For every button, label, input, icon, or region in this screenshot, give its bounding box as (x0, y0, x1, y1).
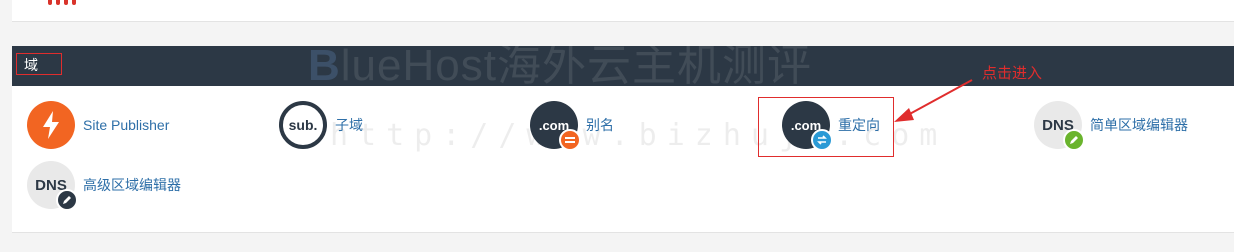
pencil-badge-icon (1063, 129, 1085, 151)
watermark-logo: BlueHost海外云主机测评 (308, 38, 812, 94)
annotation-click-to-enter: 点击进入 (982, 65, 1043, 82)
sub-icon-text: sub. (288, 117, 318, 133)
aliases-label: 别名 (586, 117, 614, 133)
previous-section-panel (12, 0, 1234, 22)
dns-simple-icon: DNS (1034, 101, 1085, 151)
pencil-badge-icon (56, 189, 78, 211)
site-publisher-label: Site Publisher (83, 117, 170, 133)
domains-panel-header: 域 BlueHost海外云主机测评 (12, 41, 1234, 90)
title-highlight-box (16, 53, 62, 75)
lightning-bolt-icon (27, 101, 75, 149)
dotcom-alias-icon: .com (530, 101, 581, 151)
domains-section-title: 域 (24, 57, 38, 73)
sub-icon: sub. (279, 101, 327, 149)
previous-section-icon (46, 0, 82, 5)
subdomains-label: 子域 (335, 117, 363, 133)
watermark-logo-text: lueHost海外云主机测评 (340, 41, 812, 90)
dns-advanced-icon: DNS (27, 161, 78, 211)
advanced-zone-editor-label: 高级区域编辑器 (83, 177, 181, 193)
simple-zone-editor-label: 简单区域编辑器 (1090, 117, 1188, 133)
redirect-highlight-box (758, 97, 894, 157)
watermark-b-mark: B (308, 41, 341, 90)
equals-badge-icon (559, 129, 581, 151)
